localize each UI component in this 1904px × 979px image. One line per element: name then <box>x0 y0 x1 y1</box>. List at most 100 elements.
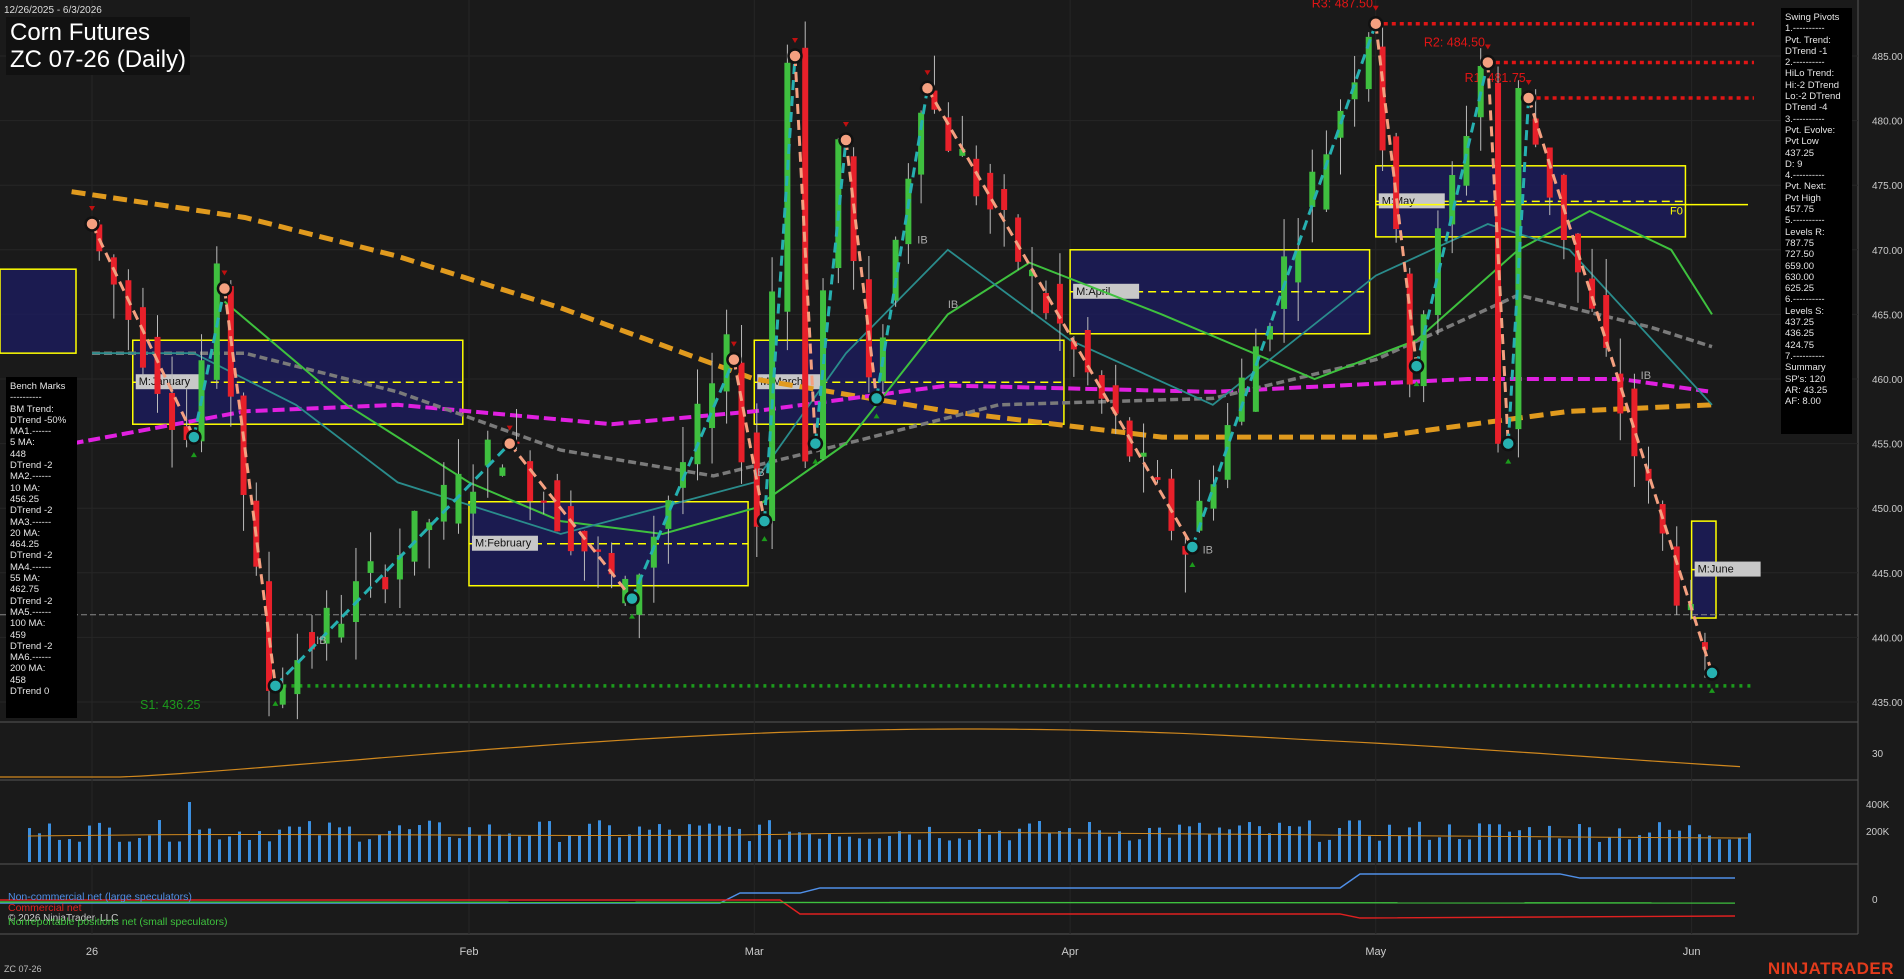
panel-line: MA1.------ <box>10 426 52 438</box>
candle-body <box>753 432 760 527</box>
candle-body <box>266 581 273 691</box>
time-tick-label: May <box>1365 946 1386 958</box>
volume-bar <box>1668 829 1671 862</box>
f0-label: F0 <box>1670 206 1683 218</box>
swing-high-marker <box>84 216 100 232</box>
volume-bar <box>698 825 701 862</box>
volume-bar <box>848 836 851 862</box>
volume-bar <box>1678 830 1681 862</box>
volume-bar <box>658 824 661 862</box>
panel-line: 200 MA: <box>10 663 46 675</box>
volume-bar <box>1118 831 1121 862</box>
volume-tick: 400K <box>1866 800 1890 811</box>
volume-bar <box>1028 823 1031 862</box>
volume-bar <box>548 821 551 862</box>
panel-line: DTrend -2 <box>10 595 53 607</box>
monthly-label: M:January <box>139 376 191 388</box>
volume-bar <box>428 820 431 862</box>
volume-bar <box>628 834 631 862</box>
panel-line: 659.00 <box>1785 260 1815 272</box>
volume-bar <box>288 826 291 862</box>
volume-bar <box>1528 827 1531 862</box>
volume-bar <box>638 826 641 862</box>
panel-line: MA6.------ <box>10 652 52 664</box>
volume-bar <box>1198 822 1201 862</box>
panel-line: 727.50 <box>1785 249 1815 261</box>
volume-bar <box>168 841 171 862</box>
volume-bar <box>1428 839 1431 862</box>
volume-bar <box>38 833 41 862</box>
ib-label: IB <box>1203 544 1213 556</box>
nonreportable-legend: Nonreportable positions net (small specu… <box>8 916 228 928</box>
price-tick-label: 470.00 <box>1872 246 1903 257</box>
panel-line: Pvt. Next: <box>1785 181 1827 193</box>
volume-bar <box>348 826 351 862</box>
candle-body <box>554 480 561 532</box>
volume-bar <box>1088 821 1091 862</box>
ib-label: IB <box>948 299 958 311</box>
panel-line: AR: 43.25 <box>1785 384 1828 396</box>
panel-line: DTrend -1 <box>1785 45 1828 57</box>
volume-bar <box>1658 822 1661 862</box>
candle-body <box>382 577 389 590</box>
panel-line: 5 MA: <box>10 437 35 449</box>
candle-body <box>1546 147 1553 198</box>
volume-bar <box>28 828 31 862</box>
volume-bar <box>1518 830 1521 862</box>
volume-bar <box>438 822 441 862</box>
volume-bar <box>878 838 881 862</box>
volume-bar <box>1188 826 1191 862</box>
candle-body <box>294 660 301 695</box>
candle-body <box>1238 377 1245 422</box>
volume-bar <box>1688 825 1691 862</box>
volume-bar <box>1268 833 1271 862</box>
support-label: S1: 436.25 <box>140 698 201 712</box>
volume-bar <box>868 838 871 862</box>
volume-bar <box>448 836 451 862</box>
volume-bar <box>1178 824 1181 862</box>
volume-bar <box>928 826 931 862</box>
chart-title-box: Corn Futures ZC 07-26 (Daily) <box>6 17 191 75</box>
volume-bar <box>418 825 421 862</box>
panel-line: Pvt Low <box>1785 136 1819 148</box>
volume-bar <box>368 839 371 862</box>
panel-line: Levels S: <box>1785 305 1825 317</box>
volume-bar <box>858 838 861 862</box>
ninjatrader-logo: NINJATRADER <box>1767 959 1894 978</box>
volume-bar <box>1698 834 1701 862</box>
panel-line: DTrend -50% <box>10 414 67 426</box>
swing-low-marker <box>186 429 202 445</box>
volume-bar <box>1038 821 1041 862</box>
volume-bar <box>318 835 321 862</box>
volume-bar <box>1618 828 1621 862</box>
candle-body <box>1309 171 1316 207</box>
panel-line: AF: 8.00 <box>1785 396 1821 408</box>
swing-pivots-panel: Swing Pivots 1.---------- Pvt. Trend: DTren… <box>1781 8 1852 434</box>
volume-bar <box>768 820 771 862</box>
ib-label: IB <box>316 635 326 647</box>
volume-bar <box>1018 828 1021 862</box>
panel-line: 437.25 <box>1785 317 1815 329</box>
volume-bar <box>1628 839 1631 862</box>
ib-label: IB <box>754 467 764 479</box>
volume-bar <box>528 835 531 862</box>
price-chart[interactable]: M:JanuaryM:FebruaryM:MarchM:AprilM:MayM:… <box>0 0 1904 979</box>
volume-bar <box>498 834 501 862</box>
volume-bar <box>378 834 381 862</box>
candle-body <box>411 510 418 562</box>
candle-body <box>694 403 701 465</box>
candle-body <box>784 62 791 312</box>
volume-bar <box>1358 820 1361 862</box>
panel-line: DTrend -4 <box>1785 102 1828 114</box>
swing-high-marker <box>787 48 803 64</box>
volume-bar <box>1098 830 1101 862</box>
volume-bar <box>388 830 391 862</box>
panel-line: HiLo Trend: <box>1785 68 1835 80</box>
candle-body <box>154 336 161 394</box>
date-range: 12/26/2025 - 6/3/2026 <box>4 5 102 16</box>
volume-bar <box>1238 825 1241 862</box>
volume-bar <box>1748 833 1751 862</box>
volume-bar <box>568 835 571 862</box>
volume-bar <box>678 835 681 862</box>
volume-bar <box>1408 827 1411 862</box>
